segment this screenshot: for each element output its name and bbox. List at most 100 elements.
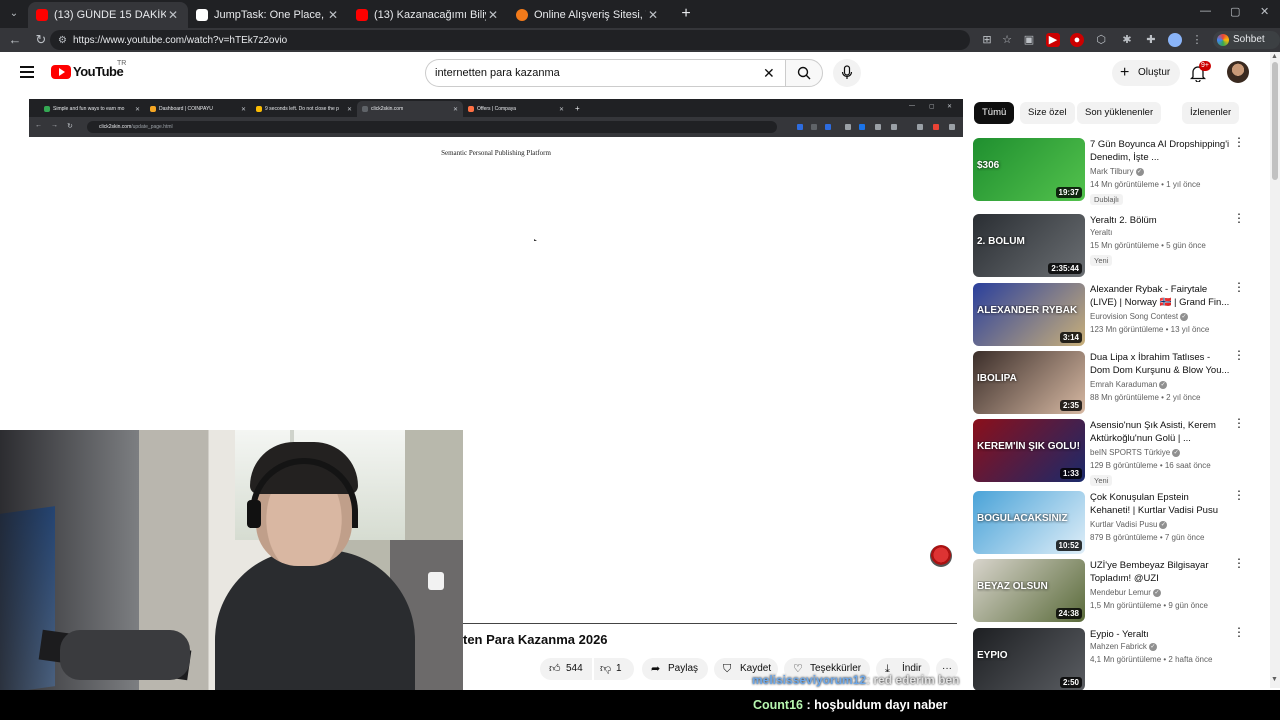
close-window-icon[interactable]: ✕	[1260, 5, 1269, 18]
reload-icon[interactable]: ↻	[30, 29, 52, 51]
video-duration: 24:38	[1055, 608, 1082, 619]
recommendation-title[interactable]: Asensio'nun Şık Asisti, Kerem Aktürkoğlu…	[1090, 419, 1230, 445]
tab-search-icon[interactable]: ⌄	[0, 0, 28, 28]
record-extension-icon[interactable]: ●	[1070, 33, 1084, 47]
channel-name[interactable]: Mahzen Fabrick ✓	[1090, 642, 1157, 651]
more-options-icon[interactable]: ⋮	[1233, 417, 1245, 429]
tab-title: JumpTask: One Place, Many Ways	[214, 9, 326, 21]
inner-extension-icon	[933, 124, 939, 130]
webcam-cup	[428, 572, 444, 590]
minimize-icon[interactable]: —	[1200, 5, 1211, 17]
voice-search-button[interactable]	[833, 59, 861, 87]
more-options-icon[interactable]: ⋮	[1233, 626, 1245, 638]
more-options-icon[interactable]: ⋮	[1233, 557, 1245, 569]
new-tab-button[interactable]: +	[676, 5, 696, 23]
browser-tab[interactable]: Online Alışveriş Sitesi, Türkiye'nin ✕	[508, 2, 668, 28]
page-scrollbar-thumb[interactable]	[1272, 62, 1278, 180]
youtube-logo[interactable]: YouTube TR	[51, 60, 126, 79]
scroll-down-icon[interactable]: ▼	[1271, 676, 1278, 683]
youtube-extension-icon[interactable]: ▶	[1046, 33, 1060, 47]
site-info-icon[interactable]: ⚙	[58, 35, 67, 46]
browser-tab[interactable]: (13) GÜNDE 15 DAKİKA REKLAM İ ✕	[28, 2, 188, 28]
scroll-up-icon[interactable]: ▲	[1271, 53, 1278, 60]
install-app-icon[interactable]: ⊞	[980, 33, 994, 47]
channel-name[interactable]: Yeraltı	[1090, 228, 1112, 237]
video-thumbnail[interactable]: BOĞULACAKSINIZ 10:52	[973, 491, 1085, 554]
extension-icon[interactable]: ⬡	[1094, 33, 1108, 47]
inner-tab-title: Dashboard | COINPAYU	[159, 106, 213, 112]
extension-icon[interactable]: ▣	[1022, 33, 1036, 47]
close-tab-icon[interactable]: ✕	[326, 8, 340, 22]
recommendation-item[interactable]: KEREM'İN ŞIK GOLÜ! 1:33 Asensio'nun Şık As…	[973, 417, 1263, 486]
recommendation-item[interactable]: ALEXANDER RYBAK 3:14 Alexander Rybak - Fai…	[973, 281, 1263, 347]
avatar[interactable]	[1227, 61, 1249, 83]
more-options-icon[interactable]: ⋮	[1233, 281, 1245, 293]
video-thumbnail[interactable]: ALEXANDER RYBAK 3:14	[973, 283, 1085, 346]
chat-text: : hoşbuldum dayı naber	[806, 698, 948, 712]
video-thumbnail[interactable]: BEYAZ OLSUN 24:38	[973, 559, 1085, 622]
video-badge: Dublajlı	[1090, 194, 1124, 205]
close-tab-icon[interactable]: ✕	[486, 8, 500, 22]
recommendation-item[interactable]: BEYAZ OLSUN 24:38 UZİ'ye Bembeyaz Bilgisay…	[973, 557, 1263, 623]
more-options-icon[interactable]: ⋮	[1233, 212, 1245, 224]
extensions-puzzle-icon[interactable]: ✚	[1144, 33, 1158, 47]
close-tab-icon[interactable]: ✕	[646, 8, 660, 22]
channel-name[interactable]: Kurtlar Vadisi Pusu ✓	[1090, 520, 1168, 529]
extension-icon[interactable]: ✱	[1120, 33, 1134, 47]
recommendation-title[interactable]: Alexander Rybak - Fairytale (LIVE) | Nor…	[1090, 283, 1230, 309]
inner-address-bar: click2skin.com/update_page.html	[87, 121, 777, 133]
recommendation-item[interactable]: $306 19:37 7 Gün Boyunca AI Dropshipping'i…	[973, 136, 1263, 205]
channel-name[interactable]: Mendebur Lemur ✓	[1090, 588, 1161, 597]
recommendation-item[interactable]: BOĞULACAKSINIZ 10:52 Çok Konuşulan Epstein…	[973, 489, 1263, 555]
chip-all[interactable]: Tümü	[974, 102, 1015, 124]
inner-close-icon: ✕	[452, 106, 458, 113]
recommendation-item[interactable]: IBOLIPA 2:35 Dua Lipa x İbrahim Tatlıses -…	[973, 349, 1263, 415]
chip-recently-uploaded[interactable]: Son yüklenenler	[1077, 102, 1162, 124]
create-button[interactable]: + Oluştur	[1112, 60, 1181, 86]
chip-for-you[interactable]: Size özel	[1020, 102, 1075, 124]
video-thumbnail[interactable]: $306 19:37	[973, 138, 1085, 201]
browser-tab[interactable]: JumpTask: One Place, Many Ways ✕	[188, 2, 348, 28]
clear-search-icon[interactable]: ✕	[763, 65, 775, 82]
video-thumbnail[interactable]: 2. BÖLÜM 2:35:44	[973, 214, 1085, 277]
dislike-button[interactable]: 👎︎ 1	[594, 658, 634, 680]
more-options-icon[interactable]: ⋮	[1233, 489, 1245, 501]
recommendation-title[interactable]: Yeraltı 2. Bölüm	[1090, 214, 1230, 227]
chip-watched[interactable]: İzlenenler	[1182, 102, 1240, 124]
inner-url-host: click2skin.com	[99, 124, 132, 130]
channel-name[interactable]: Mark Tilbury ✓	[1090, 167, 1144, 176]
share-button[interactable]: ➦ Paylaş	[642, 658, 708, 680]
browser-tab[interactable]: (13) Kazanacağımı Biliyordum! - Yo ✕	[348, 2, 508, 28]
channel-name[interactable]: beIN SPORTS Türkiye ✓	[1090, 448, 1181, 457]
recommendation-item[interactable]: EYPIO 2:50 Eypio - Yeraltı Mahzen Fabrick ✓ 4…	[973, 626, 1263, 692]
like-button[interactable]: 👍︎ 544	[540, 658, 592, 680]
search-button[interactable]	[785, 59, 823, 87]
recommendation-title[interactable]: Çok Konuşulan Epstein Kehaneti! | Kurtla…	[1090, 491, 1230, 517]
search-input[interactable]: internetten para kazanma	[425, 59, 785, 87]
thumbnail-caption: BEYAZ OLSUN	[977, 581, 1048, 592]
more-options-icon[interactable]: ⋮	[1233, 136, 1245, 148]
close-tab-icon[interactable]: ✕	[166, 8, 180, 22]
recommendation-title[interactable]: Eypio - Yeraltı	[1090, 628, 1230, 641]
inner-tab-title: Offers | Compaya	[477, 106, 516, 112]
back-icon[interactable]: ←	[4, 29, 26, 51]
hamburger-menu-icon[interactable]	[20, 66, 34, 78]
inner-minimize-icon: —	[909, 103, 915, 109]
recommendation-title[interactable]: UZİ'ye Bembeyaz Bilgisayar Topladım! @UZ…	[1090, 559, 1230, 585]
address-bar[interactable]: ⚙ https://www.youtube.com/watch?v=hTEk7z…	[50, 30, 970, 50]
menu-icon[interactable]: ⋮	[1190, 33, 1204, 47]
bookmark-star-icon[interactable]: ☆	[1000, 33, 1014, 47]
video-thumbnail[interactable]: EYPIO 2:50	[973, 628, 1085, 691]
profile-icon[interactable]	[1168, 33, 1182, 47]
video-thumbnail[interactable]: IBOLIPA 2:35	[973, 351, 1085, 414]
recommendation-title[interactable]: Dua Lipa x İbrahim Tatlıses - Dom Dom Ku…	[1090, 351, 1230, 377]
recommendation-title[interactable]: 7 Gün Boyunca AI Dropshipping'i Denedim,…	[1090, 138, 1230, 164]
channel-name[interactable]: Eurovision Song Contest ✓	[1090, 312, 1189, 321]
maximize-icon[interactable]: ▢	[1230, 5, 1240, 18]
channel-name[interactable]: Emrah Karaduman ✓	[1090, 380, 1168, 389]
chat-button[interactable]: Sohbet et	[1213, 31, 1280, 63]
more-options-icon[interactable]: ⋮	[1233, 349, 1245, 361]
browser-toolbar: ← ↻ ⚙ https://www.youtube.com/watch?v=hT…	[0, 28, 1280, 63]
recommendation-item[interactable]: 2. BÖLÜM 2:35:44 Yeraltı 2. Bölüm Yeraltı 15…	[973, 212, 1263, 278]
video-thumbnail[interactable]: KEREM'İN ŞIK GOLÜ! 1:33	[973, 419, 1085, 482]
